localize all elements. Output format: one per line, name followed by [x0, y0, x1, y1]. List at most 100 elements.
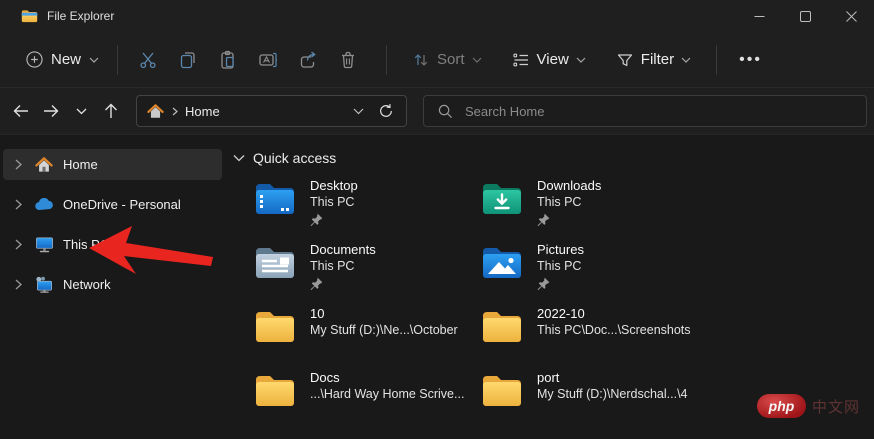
forward-button[interactable] — [36, 96, 66, 126]
quick-access-item-pictures[interactable]: Pictures This PC — [481, 242, 741, 306]
chevron-right-icon[interactable] — [5, 239, 31, 250]
pin-icon — [537, 213, 550, 226]
filter-label: Filter — [640, 51, 675, 68]
rename-icon[interactable] — [248, 42, 288, 78]
navigation-bar: Home — [0, 88, 874, 135]
pin-icon — [537, 277, 550, 290]
home-icon — [33, 156, 55, 173]
navigation-pane: Home OneDrive - Personal This PC Network — [0, 135, 225, 439]
divider — [716, 44, 718, 75]
view-label: View — [536, 51, 569, 68]
address-bar[interactable]: Home — [136, 95, 407, 127]
sidebar-item-home[interactable]: Home — [3, 149, 222, 180]
item-location: My Stuff (D:)\Nerdschal...\4 — [537, 387, 688, 401]
chevron-down-icon — [576, 57, 586, 63]
sidebar-item-onedrive[interactable]: OneDrive - Personal — [3, 189, 222, 220]
network-icon — [33, 276, 55, 293]
quick-access-item-2022-10[interactable]: 2022-10 This PC\Doc...\Screenshots — [481, 306, 741, 370]
folder-icon — [483, 312, 521, 342]
file-explorer-window: File Explorer New Sort View Filter ••• H… — [0, 0, 874, 439]
back-button[interactable] — [6, 96, 36, 126]
search-input[interactable] — [465, 103, 845, 119]
item-location: ...\Hard Way Home Scrive... — [310, 387, 465, 401]
item-name: port — [537, 370, 560, 385]
documents-folder-icon — [256, 248, 294, 278]
divider — [117, 44, 119, 75]
more-options-button[interactable]: ••• — [727, 47, 774, 73]
pin-icon — [310, 213, 323, 226]
paste-icon[interactable] — [208, 42, 248, 78]
item-location: This PC — [310, 259, 355, 273]
delete-icon[interactable] — [328, 42, 368, 78]
downloads-folder-icon — [483, 184, 521, 214]
desktop-folder-icon — [256, 184, 294, 214]
address-dropdown-chevron-icon[interactable] — [353, 108, 364, 115]
refresh-icon[interactable] — [378, 103, 394, 119]
maximize-button[interactable] — [782, 0, 828, 32]
item-name: Desktop — [310, 178, 358, 193]
folder-icon — [21, 9, 38, 23]
item-location: This PC — [310, 195, 355, 209]
new-button[interactable]: New — [18, 45, 107, 74]
folder-icon — [256, 376, 294, 406]
folder-icon — [256, 312, 294, 342]
php-logo: php — [756, 394, 806, 418]
breadcrumb[interactable]: Home — [185, 104, 220, 119]
red-arrow-annotation — [89, 226, 213, 274]
item-location: This PC — [537, 259, 582, 273]
folder-icon — [483, 376, 521, 406]
sort-icon — [414, 53, 428, 66]
search-box[interactable] — [423, 95, 867, 127]
quick-access-item-10[interactable]: 10 My Stuff (D:)\Ne...\October — [254, 306, 481, 370]
item-location: My Stuff (D:)\Ne...\October — [310, 323, 458, 337]
item-location: This PC\Doc...\Screenshots — [537, 323, 691, 337]
filter-button[interactable]: Filter — [607, 45, 700, 75]
pictures-folder-icon — [483, 248, 521, 278]
share-icon[interactable] — [288, 42, 328, 78]
sort-label: Sort — [437, 51, 465, 68]
home-icon — [147, 103, 164, 119]
this-pc-icon — [33, 236, 55, 253]
sort-button[interactable]: Sort — [403, 45, 491, 75]
search-icon — [438, 104, 453, 119]
view-icon — [512, 53, 528, 66]
filter-icon — [617, 53, 632, 66]
chevron-right-icon[interactable] — [5, 159, 31, 170]
quick-access-item-desktop[interactable]: Desktop This PC — [254, 178, 481, 242]
chevron-down-icon — [233, 155, 245, 162]
quick-access-item-port[interactable]: port My Stuff (D:)\Nerdschal...\4 — [481, 370, 741, 434]
watermark-text: 中文网 — [811, 398, 860, 416]
watermark: php 中文网 — [756, 394, 860, 418]
minimize-button[interactable] — [736, 0, 782, 32]
quick-access-item-downloads[interactable]: Downloads This PC — [481, 178, 741, 242]
item-name: 2022-10 — [537, 306, 585, 321]
onedrive-cloud-icon — [33, 198, 55, 211]
item-name: Docs — [310, 370, 340, 385]
command-bar: New Sort View Filter ••• — [0, 32, 874, 88]
quick-access-item-docs[interactable]: Docs ...\Hard Way Home Scrive... — [254, 370, 481, 434]
chevron-right-icon[interactable] — [5, 199, 31, 210]
new-button-label: New — [51, 51, 82, 68]
divider — [386, 44, 388, 75]
close-button[interactable] — [828, 0, 874, 32]
chevron-right-icon[interactable] — [5, 279, 31, 290]
section-title: Quick access — [253, 150, 337, 166]
chevron-down-icon — [681, 57, 691, 63]
plus-circle-icon — [26, 51, 43, 68]
recent-locations-chevron[interactable] — [66, 96, 96, 126]
item-name: 10 — [310, 306, 325, 321]
item-name: Pictures — [537, 242, 584, 257]
item-location: This PC — [537, 195, 582, 209]
up-button[interactable] — [96, 96, 126, 126]
item-name: Downloads — [537, 178, 602, 193]
chevron-down-icon — [472, 57, 481, 63]
view-button[interactable]: View — [503, 45, 595, 75]
item-name: Documents — [310, 242, 376, 257]
quick-access-section-header[interactable]: Quick access — [233, 150, 874, 166]
quick-access-item-documents[interactable]: Documents This PC — [254, 242, 481, 306]
copy-icon[interactable] — [168, 42, 208, 78]
sidebar-item-label: Home — [63, 157, 98, 172]
breadcrumb-chevron-icon — [172, 107, 178, 115]
sidebar-item-label: OneDrive - Personal — [63, 197, 181, 212]
cut-icon[interactable] — [128, 42, 168, 78]
